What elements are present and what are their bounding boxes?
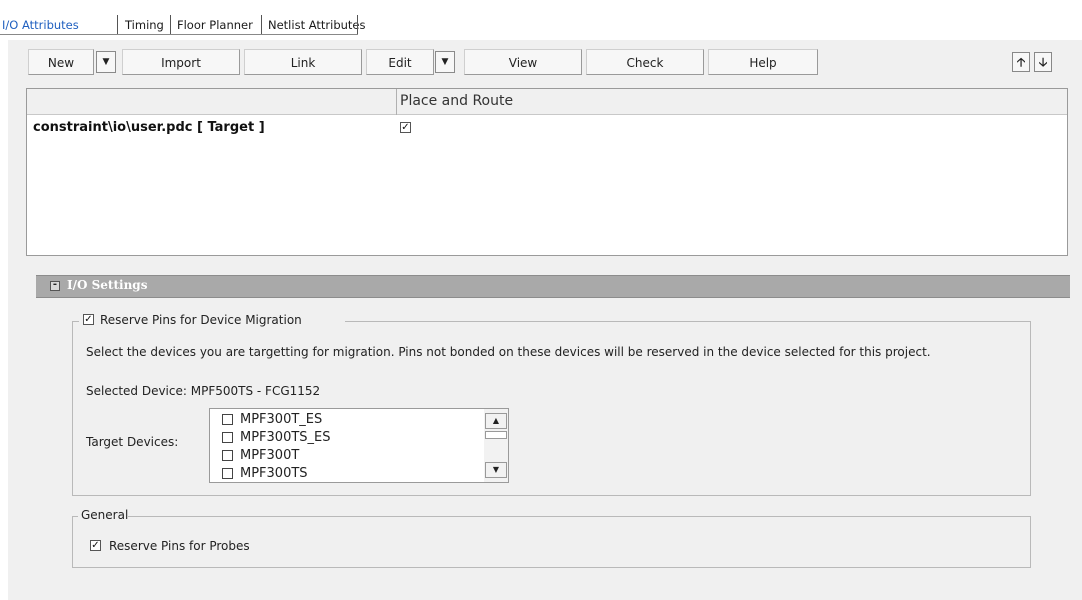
chevron-down-icon: ▼ xyxy=(102,57,110,67)
reserve-pins-migration-label[interactable]: Reserve Pins for Device Migration xyxy=(100,313,302,327)
collapse-icon[interactable]: - xyxy=(50,280,60,291)
target-devices-label: Target Devices: xyxy=(86,435,179,449)
chevron-down-icon: ▼ xyxy=(492,465,500,474)
help-button[interactable]: Help xyxy=(708,49,818,75)
migration-description: Select the devices you are targetting fo… xyxy=(86,345,931,359)
general-legend: General xyxy=(81,508,129,522)
tab-underline xyxy=(0,34,358,35)
scroll-up-button[interactable]: ▲ xyxy=(485,413,507,429)
io-settings-header[interactable] xyxy=(36,275,1070,298)
tab-timing[interactable]: Timing xyxy=(121,16,168,34)
scroll-thumb[interactable] xyxy=(485,431,507,439)
table-header xyxy=(27,89,1067,115)
edit-button[interactable]: Edit xyxy=(366,49,434,75)
io-settings-title: I/O Settings xyxy=(67,278,148,292)
arrow-down-icon: 🡣 xyxy=(1038,55,1048,69)
arrow-up-icon: 🡡 xyxy=(1016,55,1026,69)
checkmark-icon: ✓ xyxy=(84,314,93,325)
chevron-down-icon: ▼ xyxy=(441,57,449,67)
new-dropdown-button[interactable]: ▼ xyxy=(96,51,116,73)
view-button[interactable]: View xyxy=(464,49,582,75)
check-button[interactable]: Check xyxy=(586,49,704,75)
tab-separator xyxy=(357,15,358,35)
target-devices-list[interactable]: MPF300T_ES MPF300TS_ES MPF300T MPF300TS xyxy=(209,408,509,483)
tab-netlist-attributes[interactable]: Netlist Attributes xyxy=(264,16,370,34)
tab-floor-planner[interactable]: Floor Planner xyxy=(173,16,257,34)
import-button[interactable]: Import xyxy=(122,49,240,75)
move-up-button[interactable]: 🡡 xyxy=(1012,52,1030,72)
tab-separator xyxy=(170,15,171,35)
column-header-place-and-route[interactable]: Place and Route xyxy=(400,93,513,109)
place-and-route-checkbox[interactable]: ✓ xyxy=(400,122,411,133)
checkmark-icon: ✓ xyxy=(401,122,410,133)
device-checkbox[interactable] xyxy=(222,432,233,443)
tab-separator xyxy=(117,15,118,35)
link-button[interactable]: Link xyxy=(244,49,362,75)
scroll-down-button[interactable]: ▼ xyxy=(485,462,507,478)
selected-device-label: Selected Device: MPF500TS - FCG1152 xyxy=(86,384,321,398)
move-down-button[interactable]: 🡣 xyxy=(1034,52,1052,72)
new-button[interactable]: New xyxy=(28,49,94,75)
edit-dropdown-button[interactable]: ▼ xyxy=(435,51,455,73)
device-checkbox[interactable] xyxy=(222,450,233,461)
selected-device-value: MPF500TS - FCG1152 xyxy=(190,384,321,398)
device-checkbox[interactable] xyxy=(222,414,233,425)
checkmark-icon: ✓ xyxy=(91,540,100,551)
reserve-pins-probes-checkbox[interactable]: ✓ xyxy=(90,540,101,551)
device-checkbox[interactable] xyxy=(222,468,233,479)
tab-separator xyxy=(261,15,262,35)
tab-io-attributes[interactable]: I/O Attributes xyxy=(0,16,83,34)
reserve-pins-migration-checkbox[interactable]: ✓ xyxy=(83,314,94,325)
reserve-pins-probes-label[interactable]: Reserve Pins for Probes xyxy=(109,539,250,553)
chevron-up-icon: ▲ xyxy=(492,416,500,425)
table-row-file[interactable]: constraint\io\user.pdc [ Target ] xyxy=(33,120,265,135)
list-scrollbar[interactable]: ▲ ▼ xyxy=(484,409,508,482)
column-separator xyxy=(396,89,397,115)
